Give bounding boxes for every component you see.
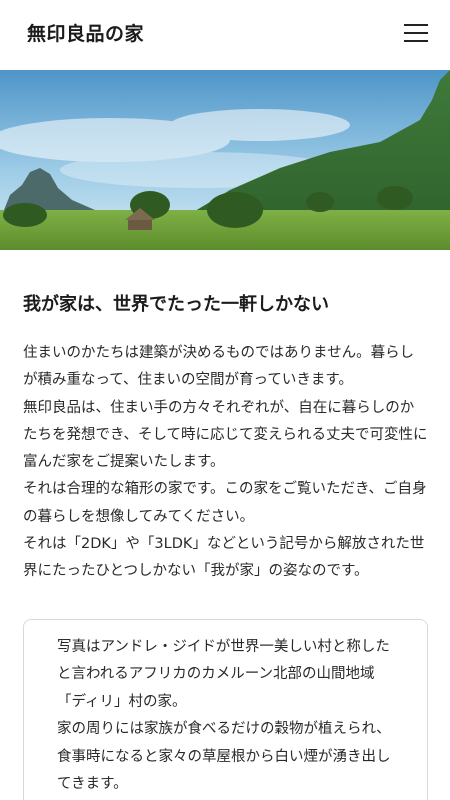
site-logo[interactable]: 無印良品の家 xyxy=(27,19,144,46)
menu-bar-top xyxy=(404,24,428,26)
menu-bar-bottom xyxy=(404,40,428,42)
page-title: 我が家は、世界でたった一軒しかない xyxy=(23,294,329,315)
intro-paragraph: 住まいのかたちは建築が決めるものではありません。暮らしが積み重なって、住まいの空… xyxy=(23,345,415,389)
caption-paragraph: 写真はアンドレ・ジイドが世界一美しい村と称したと言われるアフリカのカメルーン北部… xyxy=(57,638,390,710)
main-content: 我が家は、世界でたった一軒しかない 住まいのかたちは建築が決めるものではありませ… xyxy=(0,292,450,800)
photo-caption-box: 写真はアンドレ・ジイドが世界一美しい村と称したと言われるアフリカのカメルーン北部… xyxy=(23,618,428,800)
intro-paragraph: 無印良品は、住まい手の方々それぞれが、自在に暮らしのかたちを発想でき、そして時に… xyxy=(23,399,428,471)
intro-paragraph: それは「2DK」や「3LDK」などという記号から解放された世界にたったひとつしか… xyxy=(23,536,425,580)
photo-caption-text: 写真はアンドレ・ジイドが世界一美しい村と称したと言われるアフリカのカメルーン北部… xyxy=(57,634,401,799)
caption-paragraph: 家の周りには家族が食べるだけの穀物が植えられ、食事時になると家々の草屋根から白い… xyxy=(57,721,391,793)
hamburger-menu-icon[interactable] xyxy=(404,22,428,44)
hero-landscape-photo xyxy=(0,70,450,250)
intro-text: 住まいのかたちは建築が決めるものではありません。暮らしが積み重なって、住まいの空… xyxy=(23,340,428,586)
menu-bar-middle xyxy=(404,32,428,34)
site-header: 無印良品の家 xyxy=(0,0,450,70)
intro-paragraph: それは合理的な箱形の家です。この家をご覧いただき、ご自身の暮らしを想像してみてく… xyxy=(23,481,427,525)
